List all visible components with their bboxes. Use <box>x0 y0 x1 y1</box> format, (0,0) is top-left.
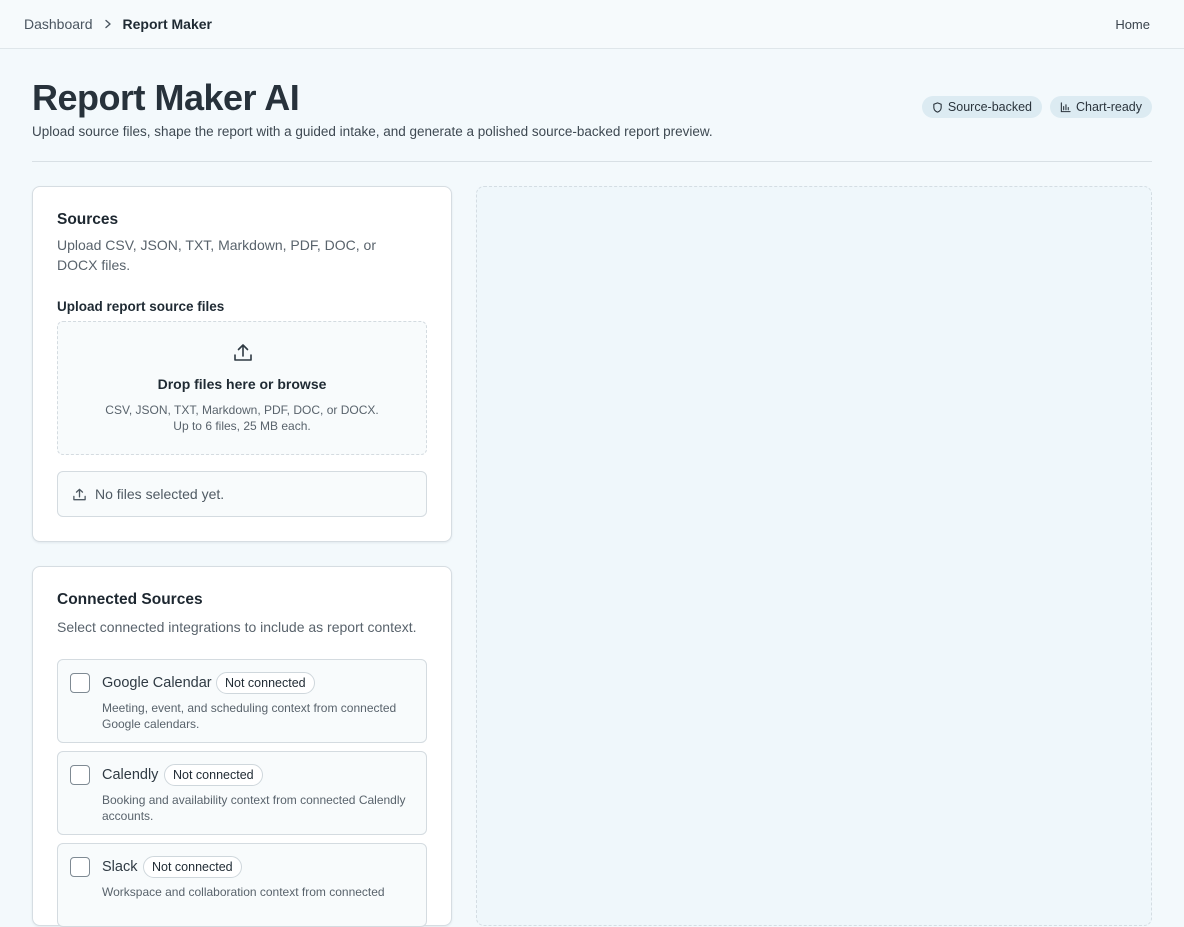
page-title: Report Maker AI <box>32 77 300 118</box>
status-badge: Not connected <box>216 672 315 694</box>
integration-google-calendar[interactable]: Google Calendar Not connected Meeting, e… <box>57 659 427 743</box>
source-backed-badge: Source-backed <box>921 96 1042 118</box>
integration-slack[interactable]: Slack Not connected Workspace and collab… <box>57 843 427 927</box>
sources-title: Sources <box>57 211 119 228</box>
upload-icon <box>73 488 86 500</box>
file-status: No files selected yet. <box>57 471 427 517</box>
report-preview-panel <box>476 186 1152 926</box>
badge-label: Chart-ready <box>1076 100 1142 114</box>
page-header: Report Maker AI Upload source files, sha… <box>32 72 1152 162</box>
integration-name: Google Calendar <box>102 675 212 691</box>
upload-label: Upload report source files <box>57 299 225 314</box>
top-bar: Dashboard Report Maker Home <box>0 0 1184 49</box>
file-dropzone[interactable]: Drop files here or browse CSV, JSON, TXT… <box>57 321 427 455</box>
slack-checkbox[interactable] <box>70 857 90 877</box>
integration-description: Booking and availability context from co… <box>102 793 406 823</box>
connected-sources-description: Select connected integrations to include… <box>57 619 417 635</box>
breadcrumb: Dashboard Report Maker <box>24 16 212 32</box>
integration-name: Calendly <box>102 767 159 783</box>
header-badges: Source-backed Chart-ready <box>921 96 1152 118</box>
sources-description: Upload CSV, JSON, TXT, Markdown, PDF, DO… <box>57 237 376 273</box>
bar-chart-icon <box>1060 101 1071 112</box>
chart-ready-badge: Chart-ready <box>1050 96 1152 118</box>
dropzone-title[interactable]: Drop files here or browse <box>58 376 426 392</box>
shield-icon <box>933 101 942 113</box>
sources-card: Sources Upload CSV, JSON, TXT, Markdown,… <box>32 186 452 542</box>
badge-label: Source-backed <box>947 100 1032 114</box>
home-link[interactable]: Home <box>1115 17 1150 32</box>
calendly-checkbox[interactable] <box>70 765 90 785</box>
chevron-right-icon <box>103 19 113 29</box>
connected-sources-card: Connected Sources Select connected integ… <box>32 566 452 927</box>
dropzone-hint: CSV, JSON, TXT, Markdown, PDF, DOC, or D… <box>105 403 379 433</box>
integration-description: Workspace and collaboration context from… <box>102 885 385 899</box>
google-calendar-checkbox[interactable] <box>70 673 90 693</box>
status-badge: Not connected <box>164 764 263 786</box>
file-status-text: No files selected yet. <box>95 486 225 502</box>
connected-sources-title: Connected Sources <box>57 591 203 608</box>
integration-description: Meeting, event, and scheduling context f… <box>102 701 397 731</box>
status-badge: Not connected <box>143 856 242 878</box>
upload-icon <box>234 344 252 361</box>
page-subtitle: Upload source files, shape the report wi… <box>32 124 713 139</box>
breadcrumb-dashboard-link[interactable]: Dashboard <box>24 16 93 32</box>
breadcrumb-current: Report Maker <box>122 16 212 32</box>
integration-name: Slack <box>102 859 138 875</box>
integration-calendly[interactable]: Calendly Not connected Booking and avail… <box>57 751 427 835</box>
